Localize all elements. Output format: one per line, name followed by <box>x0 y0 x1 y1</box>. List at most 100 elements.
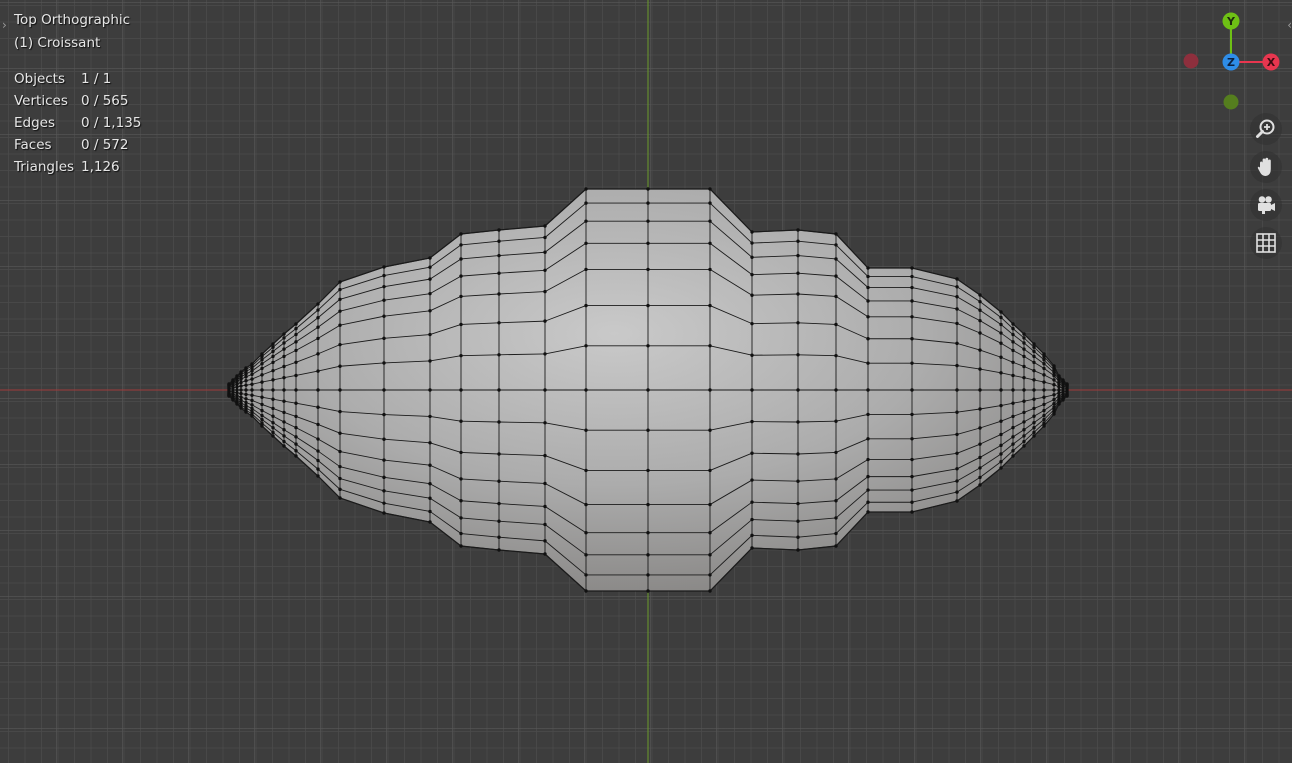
mesh-vertex <box>910 266 914 270</box>
mesh-vertex <box>999 443 1003 448</box>
mesh-vertex <box>796 321 800 325</box>
mesh-vertex <box>796 519 800 523</box>
mesh-vertex <box>543 522 547 527</box>
pan-button[interactable] <box>1250 151 1282 183</box>
mesh-vertex <box>459 544 463 548</box>
mesh-vertex <box>459 499 463 503</box>
mesh-vertex <box>708 388 712 392</box>
mesh-vertex <box>910 474 914 479</box>
mesh-vertex <box>271 406 275 411</box>
gizmo-neg-x[interactable] <box>1183 53 1199 69</box>
active-object-label: (1) Croissant <box>14 35 101 51</box>
mesh-vertex <box>910 337 914 341</box>
mesh-vertex <box>750 517 754 522</box>
mesh-vertex <box>428 414 432 419</box>
mesh-vertex <box>543 421 547 425</box>
3d-viewport[interactable]: Top Orthographic (1) Croissant Objects 1… <box>0 0 1292 763</box>
mesh-vertex <box>1011 348 1015 353</box>
mesh-vertex <box>459 322 463 327</box>
gizmo-x[interactable]: X <box>1262 53 1280 71</box>
gizmo-z-label: Z <box>1227 56 1235 69</box>
mesh-vertex <box>750 241 754 245</box>
mesh-vertex <box>978 367 982 371</box>
zoom-button[interactable] <box>1250 113 1282 145</box>
mesh-vertex <box>750 321 754 326</box>
mesh-vertex <box>428 265 432 269</box>
mesh-vertex <box>459 232 463 236</box>
mesh-vertex <box>646 573 650 577</box>
mesh-vertex <box>497 321 501 325</box>
scene-canvas[interactable] <box>0 0 1292 763</box>
mesh-vertex <box>834 544 838 548</box>
mesh-vertex <box>235 402 239 406</box>
mesh-vertex <box>428 256 432 260</box>
mesh-vertex <box>584 553 588 557</box>
mesh-vertex <box>1032 354 1036 359</box>
mesh-vertex <box>1011 373 1015 378</box>
mesh-vertex <box>382 501 386 505</box>
mesh-vertex <box>239 406 243 410</box>
stat-value: 1,126 <box>81 159 120 175</box>
mesh-vertex <box>866 488 870 492</box>
mesh-vertex <box>382 336 386 341</box>
mesh-vertex <box>316 467 320 471</box>
navigation-gizmo[interactable]: Y Z X <box>1180 8 1290 118</box>
mesh-vertex <box>428 509 432 514</box>
mesh-vertex <box>294 401 298 405</box>
mesh-vertex <box>1065 394 1069 398</box>
mesh-vertex <box>1042 366 1046 371</box>
toolbar-expand-icon[interactable]: › <box>2 18 7 32</box>
mesh-vertex <box>250 393 254 397</box>
mesh-vertex <box>244 383 248 387</box>
mesh-vertex <box>1052 397 1056 402</box>
mesh-vertex <box>866 510 870 514</box>
hand-pan-icon <box>1257 157 1271 176</box>
mesh-vertex <box>244 410 248 414</box>
gizmo-y-label: Y <box>1226 15 1236 28</box>
mesh-vertex <box>1042 395 1046 399</box>
mesh-vertex <box>646 201 650 205</box>
gizmo-y[interactable]: Y <box>1222 12 1240 30</box>
mesh-vertex <box>910 388 914 392</box>
mesh-vertex <box>1032 388 1036 392</box>
mesh-vertex <box>497 228 501 232</box>
mesh-vertex <box>796 388 800 392</box>
mesh-vertex <box>338 287 342 292</box>
mesh-vertex <box>646 219 650 223</box>
mesh-vertex <box>239 377 243 381</box>
mesh-vertex <box>459 257 463 261</box>
mesh-vertex <box>866 500 870 504</box>
mesh-vertex <box>1022 444 1026 448</box>
camera-icon <box>1258 196 1275 214</box>
mesh-vertex <box>1052 383 1056 387</box>
statistics-overlay: Objects 1 / 1 Vertices 0 / 565 Edges 0 /… <box>14 68 141 178</box>
stat-value: 0 / 1,135 <box>81 115 142 131</box>
mesh-vertex <box>1032 426 1036 430</box>
mesh-vertex <box>1022 375 1026 380</box>
mesh-vertex <box>382 511 386 515</box>
mesh-vertex <box>338 388 342 392</box>
mesh-vertex <box>796 253 800 258</box>
mesh-vertex <box>294 425 298 430</box>
gizmo-z[interactable]: Z <box>1222 53 1240 71</box>
stat-row-faces: Faces 0 / 572 <box>14 134 141 156</box>
mesh-vertex <box>834 516 838 520</box>
mesh-vertex <box>584 468 588 473</box>
mesh-vertex <box>866 299 870 303</box>
mesh-vertex <box>543 289 547 294</box>
mesh-vertex <box>271 354 275 359</box>
mesh-vertex <box>796 239 800 243</box>
mesh-vertex <box>955 341 959 346</box>
perspective-toggle-button[interactable] <box>1250 227 1282 259</box>
mesh-vertex <box>866 315 870 319</box>
grid-icon <box>1256 233 1276 253</box>
gizmo-neg-y[interactable] <box>1223 94 1239 110</box>
stat-label: Faces <box>14 137 52 153</box>
mesh-vertex <box>1032 360 1036 365</box>
camera-view-button[interactable] <box>1250 189 1282 221</box>
mesh-vertex <box>316 422 320 427</box>
view-name-label: Top Orthographic <box>14 12 131 28</box>
mesh-vertex <box>584 428 588 432</box>
stat-label: Objects <box>14 71 66 87</box>
mesh-vertex <box>584 531 588 535</box>
